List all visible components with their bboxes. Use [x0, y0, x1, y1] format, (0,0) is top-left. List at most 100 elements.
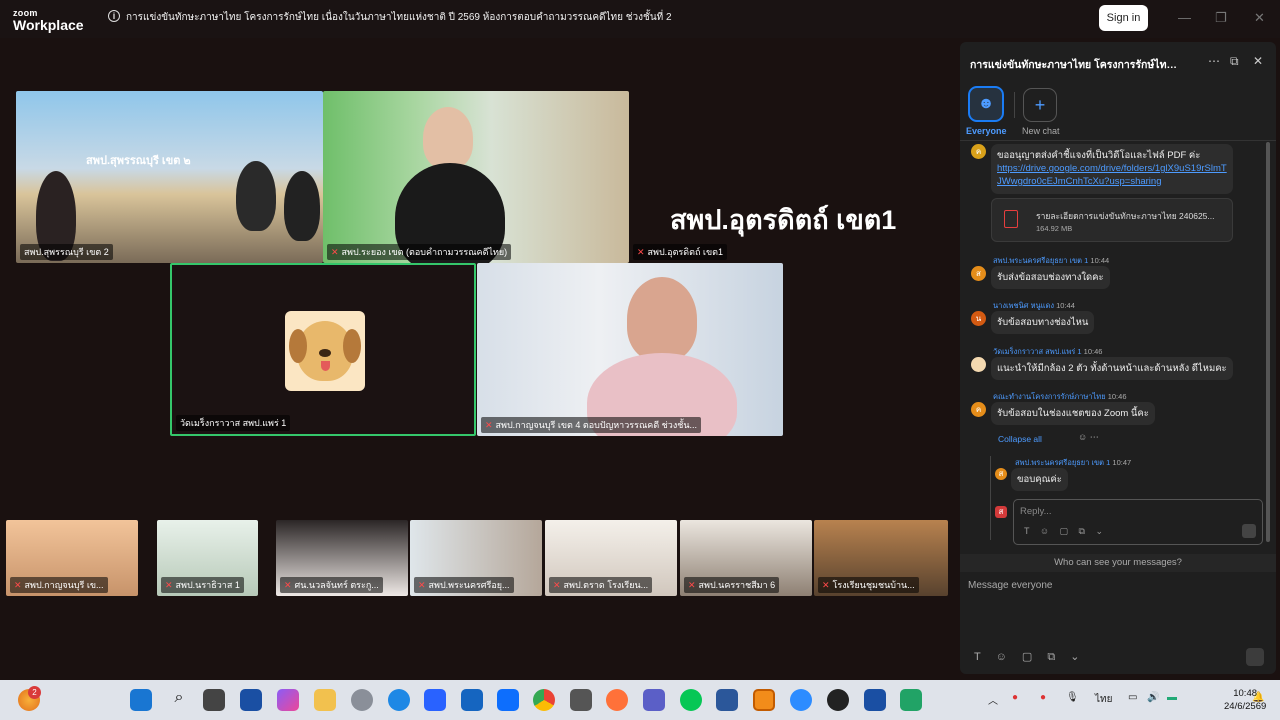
active-speaker-tile[interactable]: วัดเมร็งกราวาส สพป.แพร่ 1 — [170, 263, 476, 436]
tile-label: ✕ สพป.นราธิวาส 1 — [161, 577, 244, 593]
tray-icon[interactable]: ● — [1040, 692, 1046, 703]
teams-icon[interactable] — [643, 689, 665, 711]
pdf-file-icon — [1004, 210, 1018, 228]
close-icon[interactable]: ✕ — [1254, 10, 1265, 26]
clock[interactable]: 10:48 24/6/2569 — [1224, 687, 1266, 713]
message-list[interactable]: ค ขออนุญาตส่งคำชี้แจงที่เป็นวิดีโอและไฟล… — [960, 142, 1276, 550]
video-tile[interactable]: ✕ สพป.ตราด โรงเรียน... — [545, 520, 677, 596]
tile-label: ✕ สพป.ตราด โรงเรียน... — [549, 577, 653, 593]
avatar: ส — [995, 506, 1007, 518]
line-icon[interactable] — [680, 689, 702, 711]
zoom-icon[interactable] — [790, 689, 812, 711]
battery-icon[interactable]: ▬ — [1167, 692, 1177, 703]
settings-icon[interactable] — [351, 689, 373, 711]
message-bubble: รับข้อสอบในช่องแชตของ Zoom นี้คะ — [991, 402, 1155, 425]
task-view-icon[interactable] — [203, 689, 225, 711]
tile-label: ✕ สพป.กาญจนบุรี เข... — [10, 577, 108, 593]
send-icon[interactable] — [1246, 648, 1264, 666]
video-tile[interactable]: ✕ โรงเรียนชุมชนบ้าน... — [814, 520, 948, 596]
clock-time: 10:48 — [1233, 688, 1258, 699]
tab-everyone[interactable]: Everyone — [966, 126, 1007, 136]
avatar: ค — [971, 402, 986, 417]
message-text: ขออนุญาตส่งคำชี้แจงที่เป็นวิดีโอและไฟล์ … — [997, 150, 1201, 161]
search-icon[interactable]: ⌕ — [168, 689, 190, 711]
scrollbar[interactable] — [1266, 142, 1270, 542]
app-icon[interactable] — [753, 689, 775, 711]
file-size: 164.92 MB — [1036, 224, 1073, 233]
tile-label: ✕ ศน.นวลจันทร์ ตระกู... — [280, 577, 383, 593]
minimize-icon[interactable]: — — [1178, 10, 1191, 25]
tile-label: วัดเมร็งกราวาส สพป.แพร่ 1 — [176, 415, 291, 431]
file-attachment[interactable]: รายละเอียดการแข่งขันทักษะภาษาไทย 240625.… — [991, 198, 1233, 242]
chrome-icon[interactable] — [533, 689, 555, 711]
video-tile[interactable]: ✕ สพป.กาญจนบุรี เขต 4 ตอบปัญหาวรรณคดี ช่ว… — [477, 263, 783, 436]
sign-in-button[interactable]: Sign in — [1099, 5, 1148, 31]
video-tile[interactable]: ✕ สพป.อุตรดิตถ์ เขต1 — [629, 243, 779, 263]
mail-icon[interactable] — [461, 689, 483, 711]
more-icon[interactable]: ⋯ — [1208, 54, 1220, 68]
reply-input[interactable]: Reply... T ☺ ▢ ⧉ ⌄ — [1013, 499, 1263, 545]
reply-format-icons[interactable]: T ☺ ▢ ⧉ ⌄ — [1024, 526, 1103, 537]
app-icon[interactable] — [240, 689, 262, 711]
message-bubble: ขออนุญาตส่งคำชี้แจงที่เป็นวิดีโอและไฟล์ … — [991, 144, 1233, 194]
chevron-up-icon[interactable]: ︿ — [988, 692, 998, 707]
avatar: ส — [971, 266, 986, 281]
clock-date: 24/6/2569 — [1224, 701, 1267, 712]
copilot-icon[interactable] — [277, 689, 299, 711]
app-icon[interactable] — [900, 689, 922, 711]
thread-line — [990, 456, 991, 540]
avatar: ส — [995, 468, 1007, 480]
who-can-see-link[interactable]: Who can see your messages? — [960, 554, 1276, 572]
taskbar: ⌕ ︿ ● ● 🎙 ไทย ▭ 🔊 ▬ 🔔 — [0, 680, 1280, 720]
video-tile[interactable]: ✕ สพป.พระนครศรีอยุ... — [410, 520, 542, 596]
tile-sign-text: สพป.สุพรรณบุรี เขต ๒ — [86, 155, 191, 167]
new-chat-icon[interactable]: + — [1023, 88, 1057, 122]
tray-icon[interactable]: ● — [1012, 692, 1018, 703]
mic-icon[interactable]: 🎙 — [1066, 692, 1079, 703]
app-icon[interactable] — [864, 689, 886, 711]
video-tile[interactable]: ✕ สพป.กาญจนบุรี เข... — [6, 520, 138, 596]
video-tile[interactable]: ✕ ศน.นวลจันทร์ ตระกู... — [276, 520, 408, 596]
video-tile[interactable]: ✕ สพป.นราธิวาส 1 — [157, 520, 258, 596]
collapse-all-button[interactable]: Collapse all — [998, 434, 1042, 444]
title-bar: zoom Workplace i การแข่งขันทักษะภาษาไทย … — [0, 0, 1280, 38]
video-tile[interactable]: ✕ สพป.นครราชสีมา 6 — [680, 520, 812, 596]
network-icon[interactable]: ▭ — [1128, 692, 1137, 703]
tab-new-chat[interactable]: New chat — [1022, 126, 1060, 136]
tile-label: ✕ โรงเรียนชุมชนบ้าน... — [818, 577, 919, 593]
tile-label: สพป.สุพรรณบุรี เขต 2 — [20, 244, 113, 260]
video-tile[interactable]: ✕ สพป.ระยอง เขต (ตอบคำถามวรรณคดีไทย) — [323, 91, 629, 263]
app-icon[interactable] — [570, 689, 592, 711]
tile-label: ✕ สพป.กาญจนบุรี เขต 4 ตอบปัญหาวรรณคดี ช่ว… — [481, 417, 701, 433]
close-chat-icon[interactable]: ✕ — [1253, 54, 1263, 68]
video-stage: สพป.สุพรรณบุรี เขต ๒ สพป.สุพรรณบุรี เขต … — [0, 38, 958, 678]
message-bubble: แนะนำให้มีกล้อง 2 ตัว ทั้งด้านหน้าและด้า… — [991, 357, 1233, 380]
store-icon[interactable] — [424, 689, 446, 711]
word-icon[interactable] — [716, 689, 738, 711]
chat-title: การแข่งขันทักษะภาษาไทย โครงการรักษ์ไทย เ… — [970, 59, 1180, 71]
app-icon[interactable] — [827, 689, 849, 711]
edge-icon[interactable] — [388, 689, 410, 711]
emoji-react-icon[interactable]: ☺ ⋯ — [1078, 432, 1099, 443]
volume-icon[interactable]: 🔊 — [1147, 692, 1159, 703]
participant-name-display: สพป.อุตรดิตถ์ เขต1 — [670, 205, 897, 235]
maximize-icon[interactable]: ❐ — [1215, 10, 1227, 26]
tab-everyone-icon[interactable]: ☻ — [968, 86, 1004, 122]
popout-icon[interactable]: ⧉ — [1230, 54, 1239, 69]
mic-muted-icon: ✕ — [637, 247, 645, 257]
send-reply-icon[interactable] — [1242, 524, 1256, 538]
drive-link[interactable]: https://drive.google.com/drive/folders/1… — [997, 162, 1227, 188]
start-icon[interactable] — [130, 689, 152, 711]
folder-icon[interactable] — [314, 689, 336, 711]
file-name: รายละเอียดการแข่งขันทักษะภาษาไทย 240625.… — [1036, 211, 1215, 221]
mic-muted-icon: ✕ — [331, 247, 339, 257]
tile-label: ✕ สพป.นครราชสีมา 6 — [684, 577, 780, 593]
composer-format-icons[interactable]: T ☺ ▢ ⧉ ⌄ — [974, 650, 1079, 664]
firefox-icon[interactable] — [606, 689, 628, 711]
language-indicator[interactable]: ไทย — [1095, 692, 1112, 707]
message-input[interactable]: Message everyone — [968, 580, 1053, 591]
dropbox-icon[interactable] — [497, 689, 519, 711]
video-tile[interactable]: สพป.สุพรรณบุรี เขต ๒ สพป.สุพรรณบุรี เขต … — [16, 91, 323, 263]
avatar — [285, 311, 365, 391]
info-icon[interactable]: i — [108, 10, 120, 22]
